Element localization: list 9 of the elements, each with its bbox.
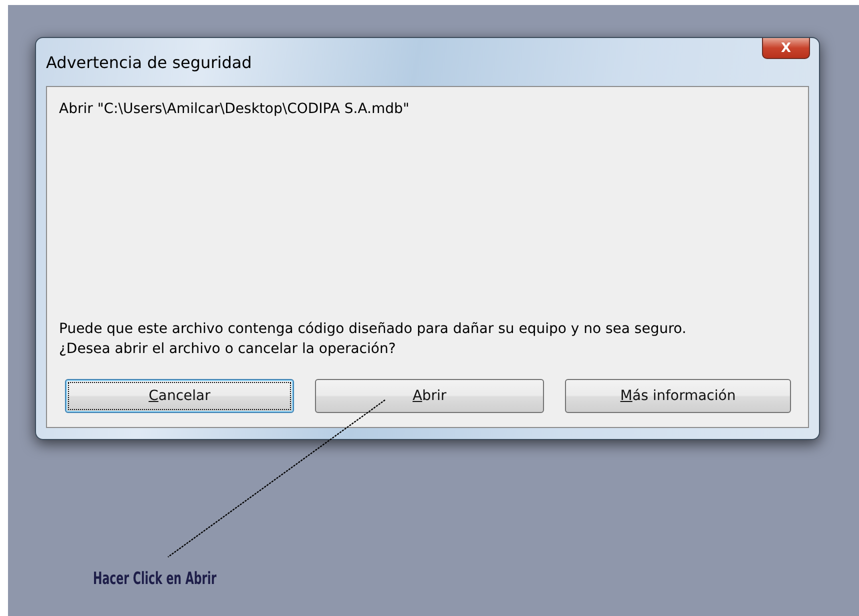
- window-title: Advertencia de seguridad: [46, 52, 252, 72]
- more-info-button[interactable]: Más información: [565, 379, 791, 413]
- question-text: ¿Desea abrir el archivo o cancelar la operación?: [59, 340, 397, 359]
- cancel-button[interactable]: Cancelar: [65, 379, 294, 413]
- open-button[interactable]: Abrir: [315, 379, 544, 413]
- close-button[interactable]: X: [762, 38, 810, 59]
- warning-text: Puede que este archivo contenga código diseñado para dañar su equipo y no sea seguro.: [59, 320, 688, 339]
- annotation-text: Hacer Click en Abrir: [93, 569, 216, 589]
- file-path-text: Abrir "C:\Users\Amilcar\Desktop\CODIPA S.A.mdb": [59, 101, 410, 119]
